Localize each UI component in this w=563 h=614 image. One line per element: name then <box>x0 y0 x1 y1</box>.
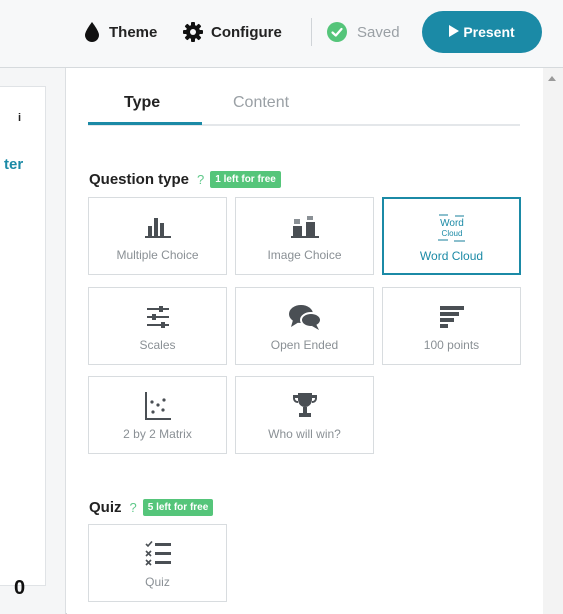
help-icon[interactable]: ? <box>197 172 204 187</box>
tab-content[interactable]: Content <box>233 94 289 112</box>
free-count-badge: 5 left for free <box>142 499 214 516</box>
descending-bars-icon <box>439 302 464 332</box>
bar-chart-icon <box>144 212 171 242</box>
tile-label: Quiz <box>145 575 170 589</box>
droplet-icon <box>85 22 99 42</box>
free-count-badge: 1 left for free <box>210 171 281 188</box>
tile-label: Who will win? <box>268 427 341 441</box>
speech-bubbles-icon <box>288 302 321 332</box>
active-tab-indicator <box>88 122 202 125</box>
question-type-heading: Question type ? 1 left for free <box>89 171 281 188</box>
tile-open-ended[interactable]: Open Ended <box>235 287 374 365</box>
tile-who-will-win[interactable]: Who will win? <box>235 376 374 454</box>
partial-slide-label: ter <box>4 156 24 173</box>
toolbar-divider <box>311 18 312 46</box>
saved-label: Saved <box>357 23 400 41</box>
present-button[interactable]: Present <box>422 11 542 53</box>
tab-type[interactable]: Type <box>124 94 160 112</box>
tile-100-points[interactable]: 100 points <box>382 287 521 365</box>
word-cloud-cloud: Cloud <box>441 229 462 238</box>
trophy-icon <box>292 391 317 421</box>
scatter-matrix-icon <box>144 391 171 421</box>
tile-label: Multiple Choice <box>116 248 199 262</box>
scrollbar[interactable] <box>543 68 563 614</box>
quiz-title: Quiz <box>89 499 122 516</box>
tile-word-cloud[interactable]: Word Cloud Word Cloud <box>382 197 521 275</box>
info-icon[interactable]: i <box>18 112 21 124</box>
sliders-icon <box>146 302 169 332</box>
gear-icon <box>183 22 203 42</box>
tile-label: Word Cloud <box>419 249 484 263</box>
tile-label: Open Ended <box>270 338 339 352</box>
slide-counter: 0 <box>14 577 26 599</box>
quiz-heading: Quiz ? 5 left for free <box>89 499 214 516</box>
tile-quiz[interactable]: Quiz <box>88 524 227 602</box>
theme-button[interactable]: Theme <box>85 20 157 44</box>
play-icon <box>449 24 460 40</box>
tile-scales[interactable]: Scales <box>88 287 227 365</box>
tile-image-choice[interactable]: Image Choice <box>235 197 374 275</box>
editor-tabs: Type Content <box>88 92 520 126</box>
present-label: Present <box>463 24 515 40</box>
tile-label: Image Choice <box>267 248 342 262</box>
quiz-checklist-icon <box>144 539 171 569</box>
tile-2-by-2-matrix[interactable]: 2 by 2 Matrix <box>88 376 227 454</box>
tile-label: 2 by 2 Matrix <box>123 427 192 441</box>
tile-multiple-choice[interactable]: Multiple Choice <box>88 197 227 275</box>
theme-label: Theme <box>109 23 158 41</box>
check-circle-icon <box>327 22 347 42</box>
image-choice-icon <box>290 212 319 242</box>
word-cloud-icon: Word Cloud <box>437 213 467 243</box>
slides-panel <box>0 68 66 614</box>
question-type-title: Question type <box>89 171 190 188</box>
scroll-up-arrow-icon[interactable] <box>548 76 556 81</box>
help-icon[interactable]: ? <box>130 500 137 515</box>
configure-label: Configure <box>211 23 282 41</box>
tile-label: 100 points <box>423 338 480 352</box>
saved-status: Saved <box>327 20 400 44</box>
configure-button[interactable]: Configure <box>183 20 282 44</box>
tile-label: Scales <box>139 338 176 352</box>
word-cloud-word: Word <box>440 218 464 229</box>
top-toolbar: Theme Configure Saved Present <box>0 0 563 68</box>
